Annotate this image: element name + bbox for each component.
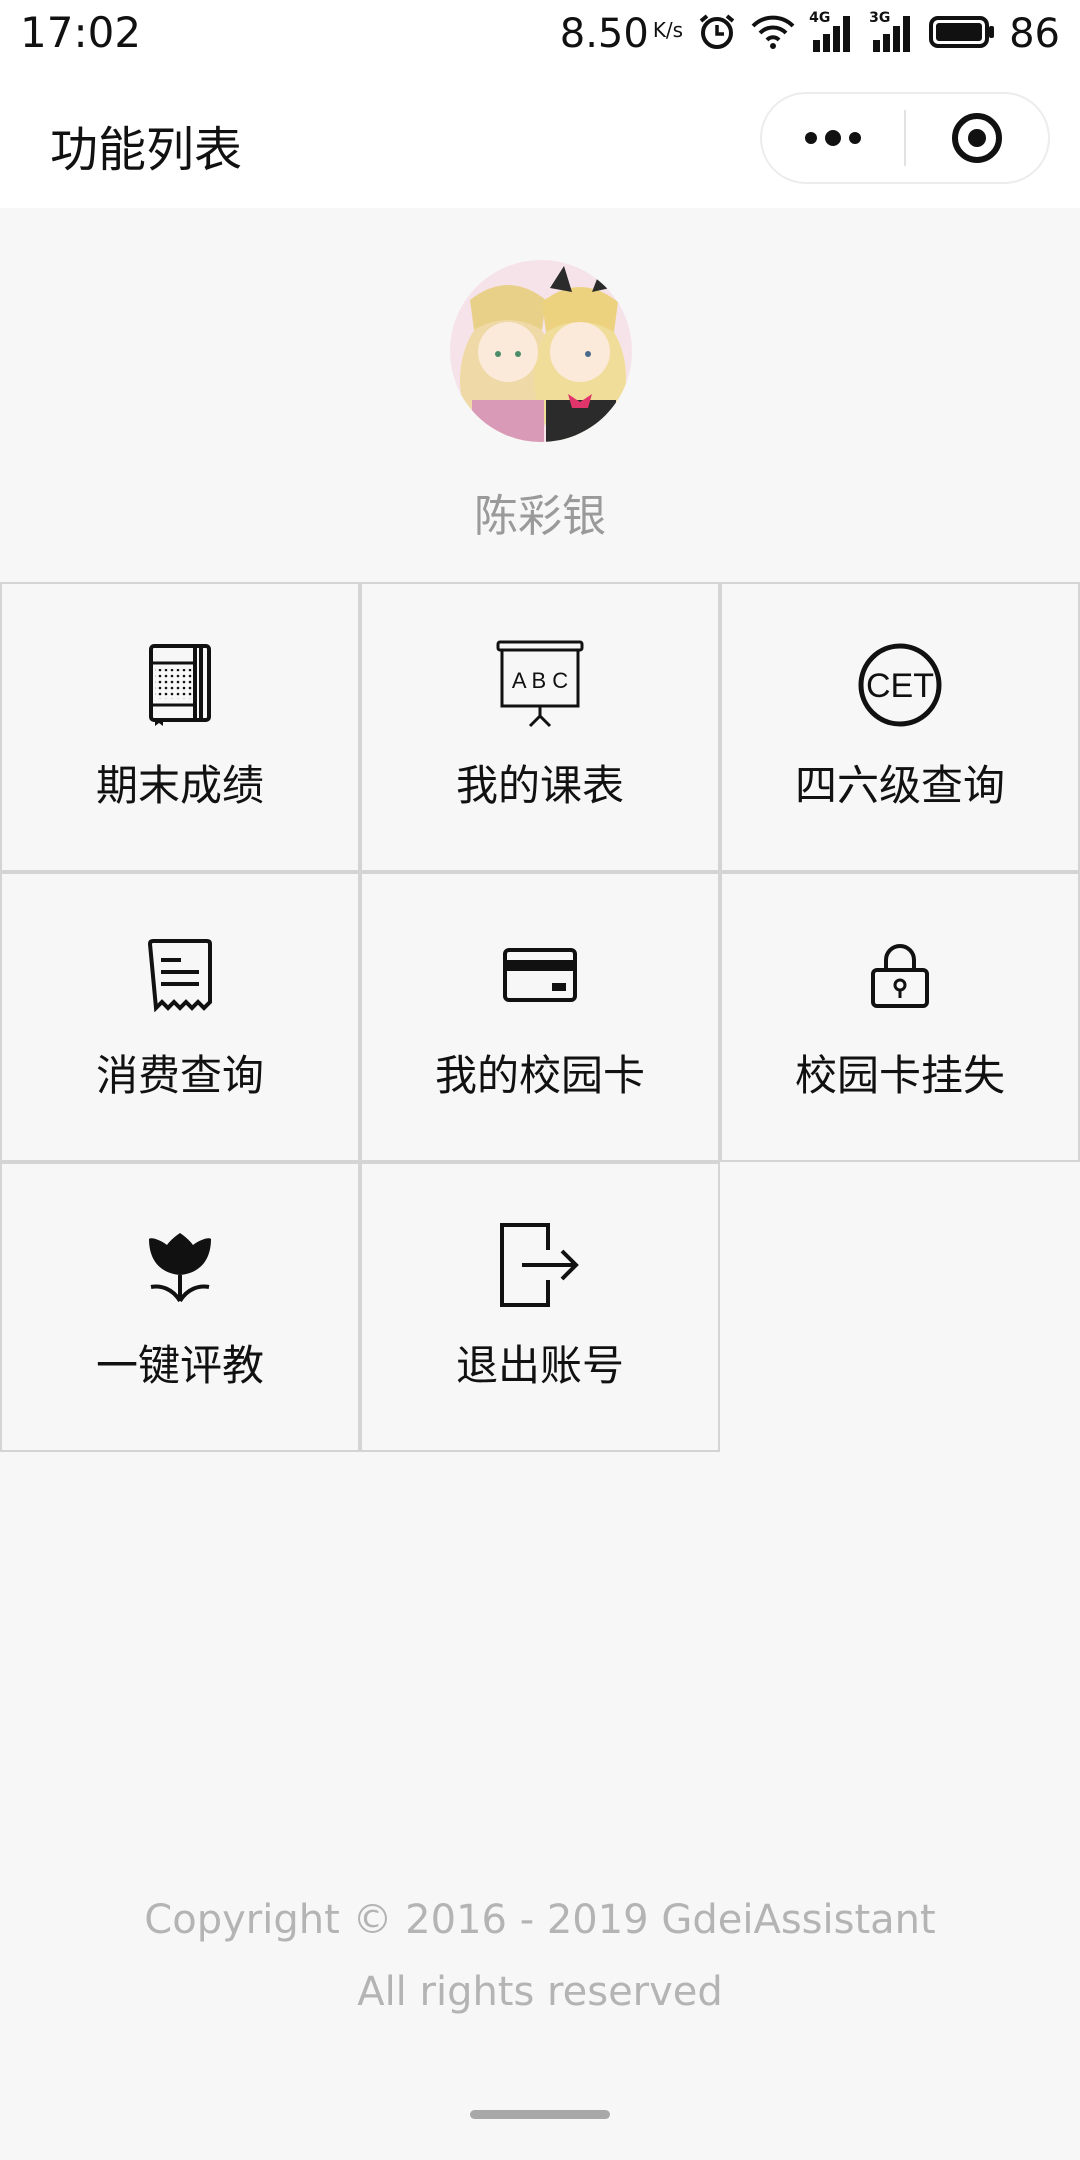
menu-item-my-timetable[interactable]: A B C 我的课表 [360, 582, 720, 872]
menu-item-label: 消费查询 [95, 1051, 264, 1100]
tulip-icon [2, 1220, 358, 1310]
avatar-image [450, 260, 632, 442]
signal-4g-icon: 4G [809, 10, 855, 54]
profile-section: 陈彩银 [0, 208, 1080, 584]
menu-item-final-grades[interactable]: 期末成绩 [0, 582, 360, 872]
notebook-icon [2, 640, 358, 730]
menu-item-logout[interactable]: 退出账号 [360, 1162, 720, 1452]
footer: Copyright © 2016 - 2019 GdeiAssistant Al… [0, 1884, 1080, 2028]
menu-item-cet-query[interactable]: CET 四六级查询 [720, 582, 1080, 872]
menu-item-label: 期末成绩 [95, 761, 264, 810]
logout-icon [362, 1220, 718, 1310]
menu-item-campus-card[interactable]: 我的校园卡 [360, 872, 720, 1162]
close-mini-program-button[interactable] [906, 94, 1048, 182]
signal-3g-icon: 3G [869, 10, 915, 54]
target-circle-icon [951, 113, 1002, 163]
status-bar: 17:02 8.50 K/s 4G 3G 86 [0, 0, 1080, 68]
menu-item-label: 我的校园卡 [434, 1051, 645, 1100]
menu-item-one-click-evaluation[interactable]: 一键评教 [0, 1162, 360, 1452]
net-speed-unit: K/s [652, 18, 684, 42]
net-speed-value: 8.50 [559, 11, 649, 57]
avatar[interactable] [450, 260, 632, 442]
svg-text:A B C: A B C [512, 668, 568, 693]
more-dots-icon [805, 130, 861, 146]
menu-item-label: 四六级查询 [794, 761, 1005, 810]
credit-card-icon [362, 930, 718, 1020]
status-indicators: 8.50 K/s 4G 3G 86 [560, 8, 1060, 60]
lock-icon [722, 930, 1078, 1020]
function-grid: 期末成绩 A B C 我的课表 CET 四六级查询 消费查询 我的校园卡 校园卡… [0, 582, 1080, 1452]
menu-item-spending-query[interactable]: 消费查询 [0, 872, 360, 1162]
home-indicator[interactable] [470, 2110, 610, 2119]
alarm-icon [697, 12, 737, 56]
menu-item-label: 退出账号 [455, 1341, 624, 1390]
screen: 17:02 8.50 K/s 4G 3G 86 功能列表 陈彩银 期末成绩 A … [0, 0, 1080, 2160]
battery-level: 86 [1009, 11, 1060, 57]
battery-icon [929, 15, 995, 53]
net-speed: 8.50 K/s [560, 11, 683, 57]
wifi-icon [751, 14, 795, 54]
mini-program-capsule [760, 92, 1050, 184]
abc-board-icon: A B C [362, 640, 718, 730]
menu-item-label: 一键评教 [95, 1341, 264, 1390]
nav-bar: 功能列表 [0, 68, 1080, 208]
user-name: 陈彩银 [474, 491, 606, 542]
rights-text: All rights reserved [357, 1969, 723, 2015]
receipt-icon [2, 930, 358, 1020]
status-time: 17:02 [20, 8, 142, 57]
menu-item-label: 校园卡挂失 [794, 1051, 1005, 1100]
page-title: 功能列表 [50, 122, 243, 178]
menu-item-label: 我的课表 [455, 761, 624, 810]
menu-item-report-card-loss[interactable]: 校园卡挂失 [720, 872, 1080, 1162]
copyright-text: Copyright © 2016 - 2019 GdeiAssistant [144, 1897, 936, 1943]
cet-icon: CET [722, 640, 1078, 730]
cet-icon-text: CET [866, 667, 934, 705]
more-button[interactable] [762, 94, 904, 182]
